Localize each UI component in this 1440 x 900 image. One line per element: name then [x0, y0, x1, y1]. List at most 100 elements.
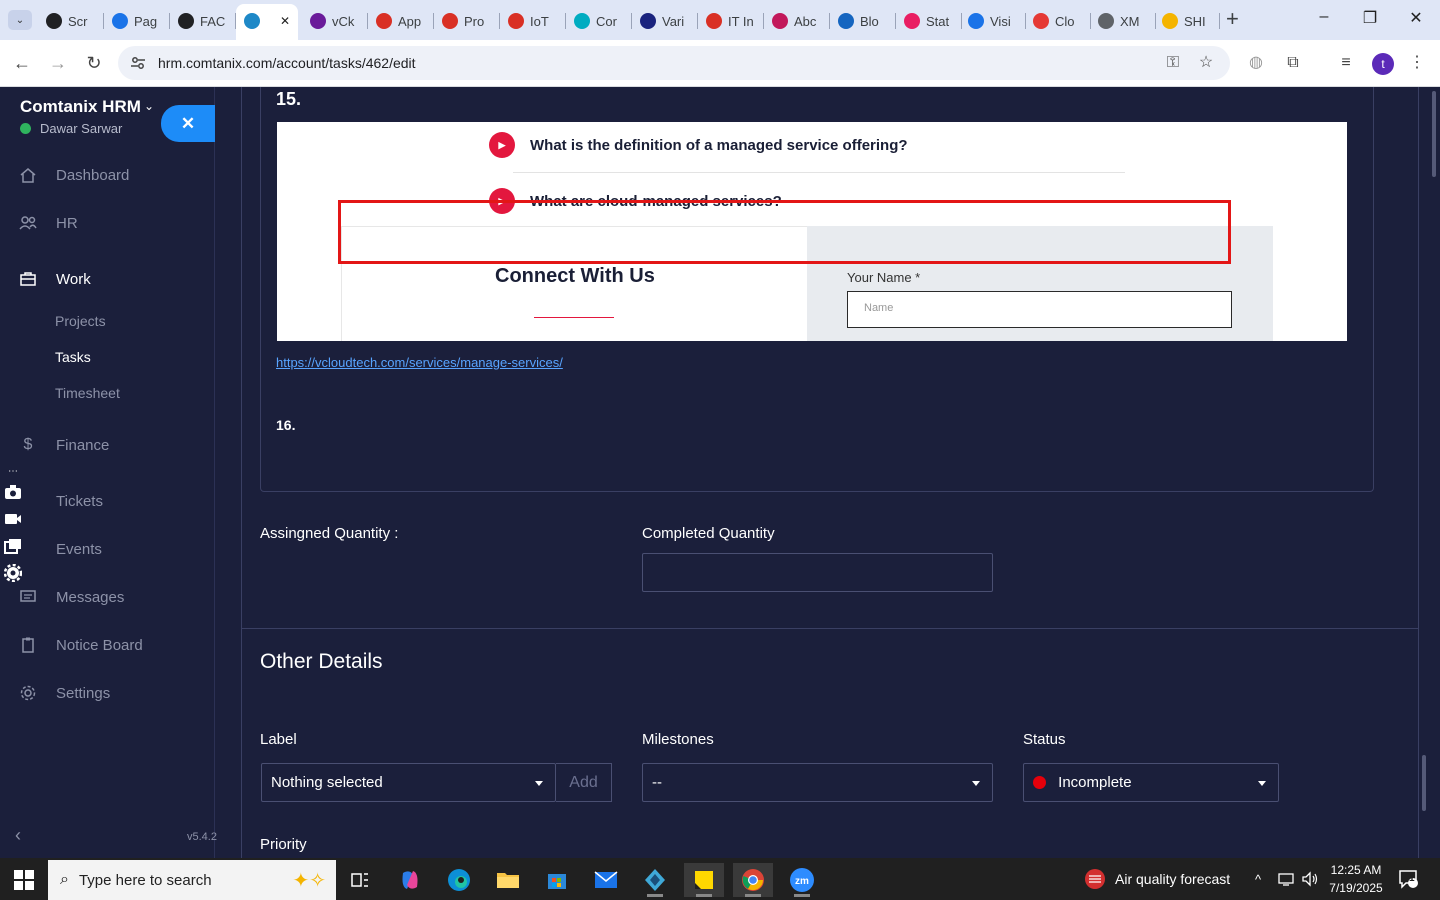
tab-strip: ⌄ Scr Pag FAC ✕ vCk App Pro IoT Cor Vari IT In Abc B…: [0, 0, 1440, 40]
sidebar-item-notice-board[interactable]: Notice Board: [18, 635, 143, 655]
browser-tab[interactable]: Cor: [574, 8, 632, 34]
tab-search-button[interactable]: ⌄: [8, 10, 32, 30]
translate-icon[interactable]: ◍: [1245, 52, 1267, 74]
task-view-icon[interactable]: [340, 863, 380, 897]
back-button[interactable]: ←: [9, 50, 35, 76]
browser-tab[interactable]: SHI: [1162, 8, 1220, 34]
close-window-button[interactable]: ✕: [1404, 8, 1428, 28]
chrome-menu-icon[interactable]: ⋮: [1406, 52, 1428, 74]
sidebar-item-events[interactable]: Events: [18, 539, 102, 559]
tab-favicon-icon: [376, 13, 392, 29]
browser-tab[interactable]: Pag: [112, 8, 170, 34]
maximize-button[interactable]: ❐: [1358, 8, 1382, 28]
sidebar-item-tickets[interactable]: Tickets: [18, 491, 103, 511]
browser-toolbar: ← → ↻ hrm.comtanix.com/account/tasks/462…: [0, 40, 1440, 87]
sidebar-subitem-tasks[interactable]: Tasks: [55, 349, 91, 365]
scrollbar-thumb[interactable]: [1432, 91, 1436, 177]
address-bar[interactable]: hrm.comtanix.com/account/tasks/462/edit: [118, 46, 1230, 80]
minimize-button[interactable]: –: [1312, 8, 1336, 26]
brand-name[interactable]: Comtanix HRM: [20, 97, 141, 117]
profile-avatar[interactable]: t: [1372, 53, 1394, 75]
video-icon[interactable]: [2, 508, 24, 530]
browser-tab[interactable]: App: [376, 8, 434, 34]
bookmark-star-icon[interactable]: ☆: [1195, 52, 1217, 74]
forward-button[interactable]: →: [45, 50, 71, 76]
password-key-icon[interactable]: ⚿: [1162, 52, 1184, 74]
status-select[interactable]: Incomplete: [1023, 763, 1279, 802]
milestones-select-value: --: [652, 774, 662, 791]
browser-tab[interactable]: Abc: [772, 8, 830, 34]
close-tab-icon[interactable]: ✕: [280, 14, 290, 28]
volume-icon[interactable]: [1301, 858, 1319, 900]
collapse-sidebar-icon[interactable]: ‹: [15, 825, 21, 846]
sticky-notes-icon[interactable]: [684, 863, 724, 897]
sidebar-item-work[interactable]: Work: [18, 269, 91, 289]
air-quality-icon: [1085, 869, 1105, 889]
sidebar-item-dashboard[interactable]: Dashboard: [18, 165, 129, 185]
reference-link[interactable]: https://vcloudtech.com/services/manage-s…: [276, 355, 563, 370]
sidebar-item-finance[interactable]: $ Finance: [18, 435, 110, 455]
notification-center-icon[interactable]: 1: [1398, 858, 1420, 900]
add-label-button[interactable]: Add: [556, 763, 612, 802]
browser-tab[interactable]: IoT: [508, 8, 566, 34]
media-control-icon[interactable]: ≡: [1335, 52, 1357, 74]
sidebar-item-hr[interactable]: HR: [18, 213, 78, 233]
windows-start-icon[interactable]: [14, 870, 34, 890]
status-color-dot: [1033, 776, 1046, 789]
weather-widget[interactable]: Air quality forecast: [1084, 858, 1230, 900]
close-sidebar-button[interactable]: ✕: [161, 105, 215, 142]
browser-tab[interactable]: FAC: [178, 8, 236, 34]
camera-icon[interactable]: [2, 481, 24, 503]
windows-icon[interactable]: [2, 535, 24, 557]
sidebar-item-messages[interactable]: Messages: [18, 587, 124, 607]
browser-tab[interactable]: XM: [1098, 8, 1156, 34]
tray-expand-icon[interactable]: ^: [1255, 858, 1261, 900]
tab-separator: [169, 13, 170, 29]
tab-favicon-icon: [508, 13, 524, 29]
label-select[interactable]: Nothing selected: [261, 763, 556, 802]
browser-tab[interactable]: Vari: [640, 8, 698, 34]
network-icon[interactable]: [1278, 858, 1296, 900]
sidebar-subitem-projects[interactable]: Projects: [55, 313, 106, 329]
tab-favicon-icon: [968, 13, 984, 29]
recorder-settings-icon[interactable]: [2, 562, 24, 584]
browser-tab[interactable]: IT In: [706, 8, 764, 34]
clock-time: 12:25 AM: [1330, 863, 1382, 877]
tab-separator: [499, 13, 500, 29]
url-text: hrm.comtanix.com/account/tasks/462/edit: [158, 55, 416, 71]
tab-favicon-icon: [46, 13, 62, 29]
reload-button[interactable]: ↻: [81, 50, 107, 76]
page-scrollbar[interactable]: [1420, 87, 1440, 858]
copilot-icon[interactable]: [390, 863, 430, 897]
site-info-icon[interactable]: [130, 55, 146, 71]
edge-icon[interactable]: [439, 863, 479, 897]
store-icon[interactable]: [537, 863, 577, 897]
browser-tab[interactable]: Visi: [968, 8, 1026, 34]
browser-tab[interactable]: Stat: [904, 8, 962, 34]
chevron-down-icon[interactable]: ⌄: [144, 99, 154, 113]
browser-tab[interactable]: Blo: [838, 8, 896, 34]
inner-scrollbar-thumb[interactable]: [1422, 755, 1426, 811]
milestones-select[interactable]: --: [642, 763, 993, 802]
browser-tab[interactable]: vCk: [310, 8, 368, 34]
tab-separator: [565, 13, 566, 29]
tab-separator: [103, 13, 104, 29]
browser-tab[interactable]: Pro: [442, 8, 500, 34]
system-clock[interactable]: 12:25 AM 7/19/2025: [1328, 861, 1384, 897]
browser-tab[interactable]: Clo: [1033, 8, 1091, 34]
zoom-icon[interactable]: zm: [782, 863, 822, 897]
taskbar-search[interactable]: ⌕ Type here to search ✦✧: [48, 860, 336, 900]
completed-quantity-input[interactable]: [642, 553, 993, 592]
browser-tab-active[interactable]: ✕: [244, 8, 294, 34]
new-tab-button[interactable]: +: [1226, 8, 1239, 30]
divider: [513, 172, 1125, 173]
app-diamond-icon[interactable]: [635, 863, 675, 897]
sidebar-item-settings[interactable]: Settings: [18, 683, 110, 703]
file-explorer-icon[interactable]: [488, 863, 528, 897]
sidebar-subitem-timesheet[interactable]: Timesheet: [55, 385, 120, 401]
more-icon[interactable]: ⋯: [2, 466, 24, 477]
chrome-icon[interactable]: [733, 863, 773, 897]
browser-tab[interactable]: Scr: [46, 8, 104, 34]
extensions-icon[interactable]: ⧉: [1282, 52, 1304, 74]
mail-icon[interactable]: [586, 863, 626, 897]
